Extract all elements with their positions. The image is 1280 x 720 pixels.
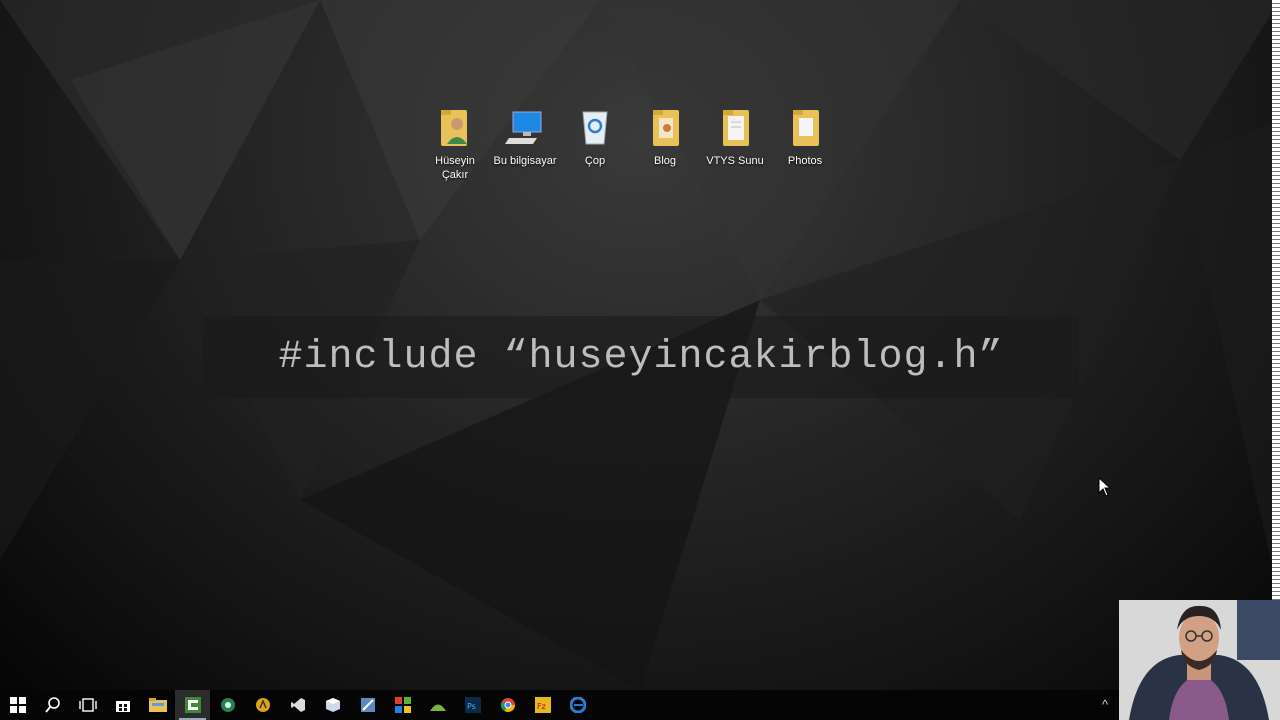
office-tiles-button[interactable] (385, 690, 420, 720)
wallpaper-banner: #include “huseyincakirblog.h” (203, 316, 1079, 398)
edge-icon (569, 697, 586, 713)
computer-icon (503, 104, 547, 150)
start-icon (9, 697, 26, 713)
desktop-icon-label: Hüseyin Çakır (435, 155, 475, 181)
visual-studio-button[interactable] (280, 690, 315, 720)
mouse-cursor-icon (1098, 476, 1112, 502)
banner-text: #include “huseyincakirblog.h” (278, 334, 1004, 380)
folder-icon (643, 104, 687, 150)
desktop-icon-label: VTYS Sunu (706, 155, 764, 167)
android-studio-icon (429, 704, 446, 711)
search-button[interactable] (35, 690, 70, 720)
webcam-overlay (1119, 600, 1280, 720)
chrome-button[interactable] (490, 690, 525, 720)
desktop-icon-label: Blog (653, 155, 677, 167)
android-studio-button[interactable] (420, 690, 455, 720)
chrome-icon (500, 698, 515, 712)
sql-app-button[interactable] (350, 690, 385, 720)
taskbar: Ps Fz (0, 690, 1280, 720)
camtasia-button[interactable] (175, 690, 210, 720)
search-icon (44, 697, 60, 713)
photoshop-icon: Ps (464, 697, 481, 713)
store-button[interactable] (105, 690, 140, 720)
folder-icon (783, 104, 827, 150)
webcam-person-image (1119, 600, 1280, 720)
desktop-icon-grid: Hüseyin Çakır Bu bilgisayar Çop Blog VTY… (420, 104, 840, 182)
visual-studio-icon (290, 698, 305, 712)
desktop-icon-cop[interactable]: Çop (560, 104, 630, 182)
show-hidden-icons-chevron-icon[interactable]: ^ (1102, 697, 1108, 712)
cube-app-icon (325, 698, 340, 712)
office-tiles-icon (394, 697, 411, 713)
start-button[interactable] (0, 690, 35, 720)
yellow-app-button[interactable] (245, 690, 280, 720)
filezilla-icon: Fz (534, 697, 551, 713)
svg-text:Ps: Ps (467, 702, 476, 711)
store-icon (115, 701, 130, 712)
desktop-icon-blog[interactable]: Blog (630, 104, 700, 182)
desktop-icon-huseyin-cakir[interactable]: Hüseyin Çakır (420, 104, 490, 182)
task-view-icon (78, 698, 97, 712)
photoshop-button[interactable]: Ps (455, 690, 490, 720)
sql-app-icon (360, 698, 375, 712)
cube-app-button[interactable] (315, 690, 350, 720)
green-app-icon (220, 698, 235, 712)
screen-edge-artifact (1272, 0, 1280, 600)
svg-text:Fz: Fz (537, 702, 546, 711)
desktop-icon-bu-bilgisayar[interactable]: Bu bilgisayar (490, 104, 560, 182)
file-explorer-button[interactable] (140, 690, 175, 720)
edge-button[interactable] (560, 690, 595, 720)
folder-icon (713, 104, 757, 150)
recycle-bin-icon (573, 104, 617, 150)
filezilla-button[interactable]: Fz (525, 690, 560, 720)
user-folder-icon (433, 104, 477, 150)
desktop-icon-label: Bu bilgisayar (493, 155, 557, 167)
task-view-button[interactable] (70, 690, 105, 720)
desktop-icon-photos[interactable]: Photos (770, 104, 840, 182)
green-app-button[interactable] (210, 690, 245, 720)
desktop-icon-label: Photos (787, 155, 823, 167)
camtasia-icon (184, 697, 201, 713)
yellow-app-icon (255, 698, 270, 712)
desktop-icon-label: Çop (584, 155, 606, 167)
desktop-icon-vtys-sunu[interactable]: VTYS Sunu (700, 104, 770, 182)
file-explorer-icon (148, 698, 167, 712)
